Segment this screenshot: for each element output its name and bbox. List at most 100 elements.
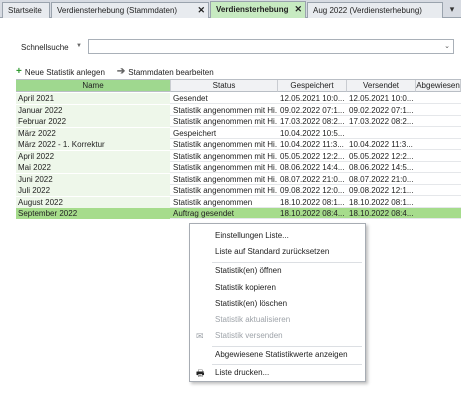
- menu-item-label: Statistik(en) löschen: [215, 299, 288, 308]
- new-statistic-button[interactable]: + Neue Statistik anlegen: [16, 67, 105, 77]
- table-cell: [416, 128, 461, 139]
- table-cell: April 2021: [16, 93, 170, 104]
- table-row[interactable]: April 2022 Statistik angenommen mit Hi...…: [16, 150, 461, 162]
- table-row[interactable]: April 2021 Gesendet 12.05.2021 10:0... 12.0…: [16, 93, 461, 104]
- table-row[interactable]: Januar 2022 Statistik angenommen mit Hi..…: [16, 104, 461, 116]
- table-cell: 12.05.2021 10:0...: [349, 94, 414, 103]
- search-input[interactable]: ⌄: [88, 39, 454, 54]
- edit-master-data-label: Stammdaten bearbeiten: [128, 67, 214, 77]
- table-cell: Gesendet: [173, 94, 208, 103]
- table-cell: 08.06.2022 14:4...: [280, 163, 345, 172]
- table-cell: März 2022 - 1. Korrektur: [16, 139, 170, 150]
- table-row[interactable]: Februar 2022 Statistik angenommen mit Hi.…: [16, 116, 461, 127]
- table-row[interactable]: Juni 2022 Statistik angenommen mit Hi... 0…: [16, 173, 461, 185]
- table-cell: [416, 162, 461, 173]
- context-menu: Einstellungen Liste... Liste auf Standar…: [189, 223, 366, 382]
- table-cell: Statistik angenommen mit Hi...: [173, 105, 277, 115]
- table-cell: 17.03.2022 08:2...: [349, 117, 414, 126]
- table-cell: 09.02.2022 07:1...: [280, 105, 345, 115]
- menu-item-show-rejected-values[interactable]: Abgewiesene Statistikwerte anzeigen: [190, 347, 365, 363]
- send-icon: ✉: [196, 331, 204, 341]
- printer-icon: 🖶: [196, 368, 205, 378]
- chevron-down-icon[interactable]: ▾: [445, 3, 459, 16]
- table-cell: [416, 116, 461, 127]
- table-cell: 08.07.2022 21:0...: [349, 174, 414, 184]
- tab-label: Verdiensterhebung: [216, 5, 289, 14]
- tab-aug-2022[interactable]: Aug 2022 (Verdiensterhebung): [307, 2, 443, 18]
- table-cell: 12.05.2021 10:0...: [280, 94, 345, 103]
- table-cell: Statistik angenommen mit Hi...: [173, 174, 277, 184]
- plus-icon: +: [16, 66, 22, 77]
- table-cell: 08.07.2022 21:0...: [280, 174, 345, 184]
- tab-label: Aug 2022 (Verdiensterhebung): [313, 6, 422, 15]
- menu-item-update-statistic[interactable]: Statistik aktualisieren: [190, 312, 365, 328]
- menu-item-send-statistic[interactable]: ✉ Statistik versenden: [190, 328, 365, 344]
- table-cell: 18.10.2022 08:1...: [349, 197, 414, 207]
- table-cell: August 2022: [16, 196, 170, 208]
- menu-item-open-statistics[interactable]: Statistik(en) öffnen: [190, 263, 365, 279]
- table-row[interactable]: Juli 2022 Statistik angenommen mit Hi... 0…: [16, 185, 461, 196]
- column-header-name[interactable]: Name: [16, 80, 171, 92]
- table-cell: [416, 139, 461, 150]
- menu-item-label: Liste auf Standard zurücksetzen: [215, 247, 330, 256]
- chevron-down-icon[interactable]: ▼: [76, 43, 82, 49]
- menu-item-copy-statistic[interactable]: Statistik kopieren: [190, 280, 365, 296]
- menu-item-label: Statistik kopieren: [215, 283, 276, 292]
- menu-item-reset-list[interactable]: Liste auf Standard zurücksetzen: [190, 244, 365, 260]
- table-cell: 09.02.2022 07:1...: [349, 105, 414, 115]
- table-cell: Statistik angenommen mit Hi...: [173, 140, 277, 149]
- table-cell: 18.10.2022 08:4...: [349, 209, 414, 218]
- menu-item-label: Statistik aktualisieren: [215, 315, 291, 324]
- table-row[interactable]: März 2022 - 1. Korrektur Statistik angeno…: [16, 139, 461, 150]
- tab-verdiensterhebung-stammdaten[interactable]: Verdiensterhebung (Stammdaten) ✕: [51, 2, 209, 18]
- table-cell: 10.04.2022 11:3...: [349, 140, 413, 149]
- column-header-saved[interactable]: Gespeichert: [278, 80, 347, 92]
- tab-bar: Startseite Verdiensterhebung (Stammdaten…: [0, 0, 461, 18]
- table-row[interactable]: Mai 2022 Statistik angenommen mit Hi... 08…: [16, 162, 461, 173]
- column-header-status[interactable]: Status: [171, 80, 278, 92]
- edit-master-data-button[interactable]: ➔ Stammdaten bearbeiten: [117, 67, 214, 77]
- menu-item-label: Abgewiesene Statistikwerte anzeigen: [215, 350, 348, 359]
- new-statistic-label: Neue Statistik anlegen: [24, 67, 105, 77]
- tab-verdiensterhebung[interactable]: Verdiensterhebung ✕: [210, 1, 306, 18]
- table-cell: Statistik angenommen: [173, 197, 253, 207]
- menu-item-label: Liste drucken...: [215, 368, 270, 377]
- table-cell: 17.03.2022 08:2...: [280, 117, 345, 126]
- table-cell: [416, 185, 461, 196]
- table-cell: [416, 174, 461, 185]
- table-cell: Statistik angenommen mit Hi...: [173, 186, 277, 195]
- menu-item-list-settings[interactable]: Einstellungen Liste...: [190, 228, 365, 244]
- menu-item-label: Einstellungen Liste...: [215, 231, 289, 240]
- table-row[interactable]: März 2022 Gespeichert 10.04.2022 10:5...: [16, 127, 461, 139]
- table-cell: Mai 2022: [16, 162, 170, 173]
- tab-label: Verdiensterhebung (Stammdaten): [57, 6, 178, 15]
- table-cell: [416, 208, 461, 219]
- arrow-right-icon: ➔: [116, 66, 126, 77]
- table-cell: Statistik angenommen mit Hi...: [173, 117, 277, 126]
- table-cell: [416, 93, 461, 104]
- menu-item-print-list[interactable]: 🖶 Liste drucken...: [190, 365, 365, 381]
- tab-startseite[interactable]: Startseite: [2, 2, 50, 18]
- toolbar: + Neue Statistik anlegen ➔ Stammdaten be…: [16, 66, 226, 78]
- column-header-sent[interactable]: Versendet: [347, 80, 416, 92]
- chevron-down-icon[interactable]: ⌄: [444, 42, 450, 50]
- table-row[interactable]: September 2022 Auftrag gesendet 18.10.2022…: [16, 208, 461, 219]
- column-header-rejected[interactable]: Abgewiesen: [416, 80, 461, 92]
- table-cell: 09.08.2022 12:1...: [349, 186, 414, 195]
- table-cell: Februar 2022: [16, 116, 170, 127]
- table-cell: 05.05.2022 12:2...: [280, 151, 345, 161]
- table-cell: 10.04.2022 10:5...: [280, 128, 345, 138]
- menu-item-label: Statistik versenden: [215, 331, 283, 340]
- table-row[interactable]: August 2022 Statistik angenommen 18.10.202…: [16, 196, 461, 208]
- table-cell: [416, 105, 461, 116]
- table-cell: 05.05.2022 12:2...: [349, 151, 414, 161]
- table-cell: 10.04.2022 11:3...: [280, 140, 344, 149]
- close-icon[interactable]: ✕: [294, 2, 302, 17]
- close-icon[interactable]: ✕: [197, 3, 205, 18]
- table-cell: [416, 197, 461, 208]
- menu-item-delete-statistics[interactable]: Statistik(en) löschen: [190, 296, 365, 312]
- table-cell: 09.08.2022 12:0...: [280, 186, 345, 195]
- menu-item-label: Statistik(en) öffnen: [215, 266, 282, 275]
- table-cell: 18.10.2022 08:4...: [280, 209, 345, 218]
- table-cell: März 2022: [16, 127, 170, 139]
